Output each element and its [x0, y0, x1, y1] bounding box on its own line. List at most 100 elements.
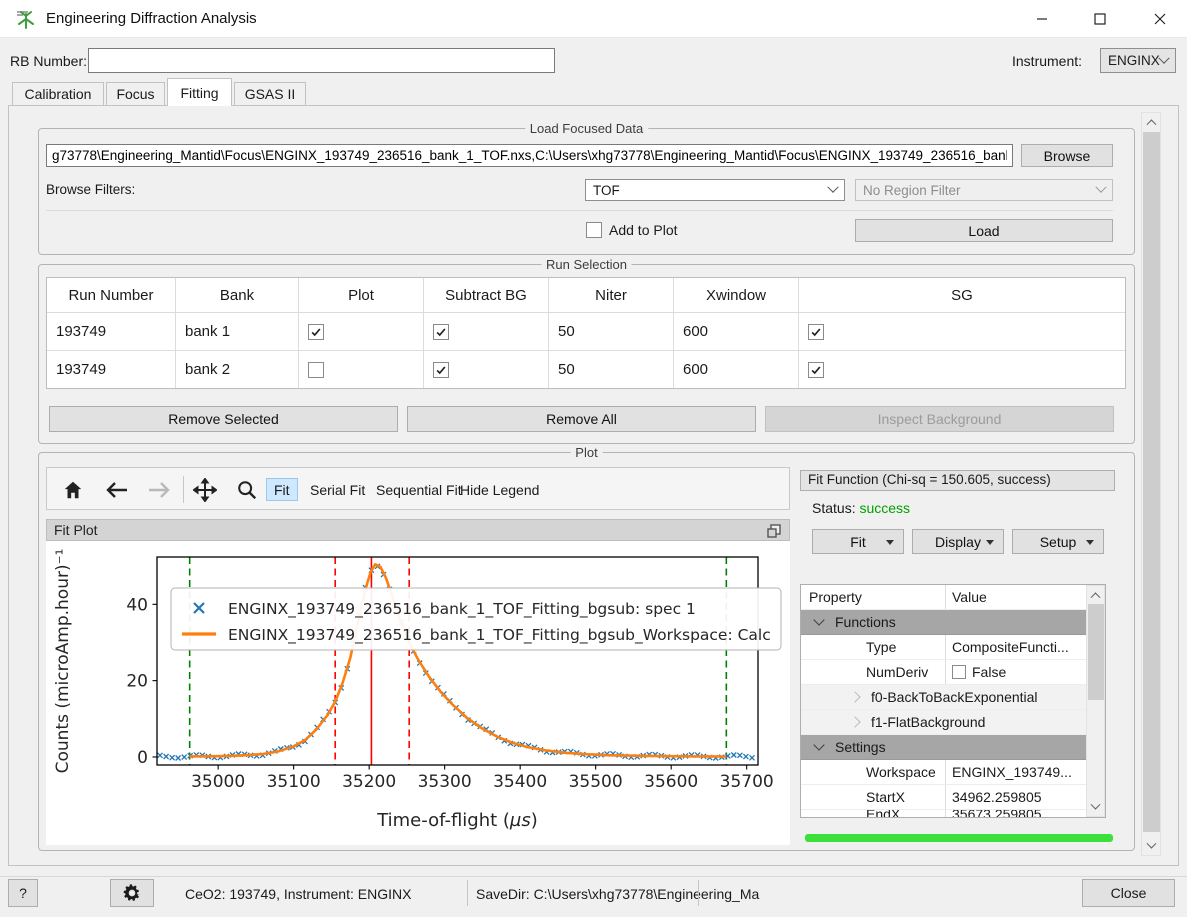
cell-bank[interactable]: bank 1	[176, 312, 299, 350]
property-value[interactable]: ENGINX_193749...	[946, 760, 1087, 784]
property-group-f0-backtobackexponential[interactable]: f0-BackToBackExponential	[801, 685, 1087, 710]
chevron-down-icon	[1095, 182, 1106, 193]
cell-run[interactable]: 193749	[47, 350, 176, 388]
chevron-down-icon	[1158, 52, 1169, 63]
property-value[interactable]: False	[946, 660, 1087, 684]
cell-niter[interactable]: 50	[549, 312, 674, 350]
x-tick-label: 35600	[644, 772, 698, 792]
pan-icon[interactable]	[191, 476, 219, 504]
scrollbar-thumb[interactable]	[1143, 132, 1160, 832]
x-tick-label: 35400	[493, 772, 547, 792]
sg-checkbox[interactable]	[808, 362, 824, 378]
cell-xwindow[interactable]: 600	[674, 350, 799, 388]
column-header: Xwindow	[674, 278, 799, 312]
display-menu-button[interactable]: Display	[912, 529, 1004, 554]
scroll-down-icon[interactable]	[1091, 800, 1101, 810]
property-row-type[interactable]: TypeCompositeFuncti...	[801, 635, 1087, 660]
cell-run[interactable]: 193749	[47, 312, 176, 350]
remove-all-button[interactable]: Remove All	[407, 406, 756, 432]
sg-checkbox[interactable]	[808, 324, 824, 340]
settings-button[interactable]	[110, 879, 154, 907]
property-row-startx[interactable]: StartX34962.259805	[801, 785, 1087, 810]
close-button[interactable]: Close	[1082, 879, 1175, 907]
instrument-combo[interactable]: ENGINX	[1100, 48, 1176, 73]
run-selection-table[interactable]: Run NumberBankPlotSubtract BGNiterXwindo…	[46, 277, 1126, 389]
fit-property-browser[interactable]: PropertyValueFunctionsTypeCompositeFunct…	[800, 584, 1106, 818]
home-icon[interactable]	[59, 476, 87, 504]
property-group-f1-flatbackground[interactable]: f1-FlatBackground	[801, 710, 1087, 735]
y-tick-label: 20	[126, 672, 148, 692]
x-tick-label: 35100	[267, 772, 321, 792]
load-group-title: Load Focused Data	[525, 121, 648, 136]
numderiv-checkbox[interactable]	[952, 665, 966, 679]
table-row[interactable]: 193749bank 2 50600	[47, 350, 1125, 388]
property-row-numderiv[interactable]: NumDerivFalse	[801, 660, 1087, 685]
page-scrollbar[interactable]	[1141, 112, 1161, 856]
serial-fit-button[interactable]: Serial Fit	[303, 478, 372, 501]
cell-niter[interactable]: 50	[549, 350, 674, 388]
maximize-button[interactable]	[1075, 0, 1125, 38]
chevron-right-icon[interactable]	[849, 716, 860, 727]
cell-bank[interactable]: bank 2	[176, 350, 299, 388]
cell-xwindow[interactable]: 600	[674, 312, 799, 350]
focused-run-files-input[interactable]	[46, 144, 1013, 167]
fit-menu-button[interactable]: Fit	[812, 529, 904, 554]
fit-plot-dock-header[interactable]: Fit Plot	[46, 519, 790, 541]
status-label: Status:	[812, 500, 856, 516]
property-section-settings[interactable]: Settings	[801, 735, 1087, 760]
title-bar: Engineering Diffraction Analysis	[0, 0, 1187, 38]
add-to-plot-checkbox[interactable]	[586, 222, 602, 238]
subtract-bg-checkbox[interactable]	[433, 324, 449, 340]
float-dock-icon[interactable]	[767, 524, 781, 538]
tab-fitting[interactable]: Fitting	[167, 78, 232, 106]
scroll-up-icon[interactable]	[1146, 119, 1156, 129]
remove-selected-button[interactable]: Remove Selected	[49, 406, 398, 432]
plot-checkbox[interactable]	[308, 324, 324, 340]
chevron-right-icon[interactable]	[849, 691, 860, 702]
status-bar: ? CeO2: 193749, Instrument: ENGINX SaveD…	[0, 876, 1187, 917]
fit-plot-dock-title: Fit Plot	[54, 522, 98, 538]
fit-plot-canvas[interactable]: 3500035100352003530035400355003560035700…	[46, 541, 790, 845]
fit-status-line: Status: success	[812, 500, 910, 516]
help-button[interactable]: ?	[8, 879, 38, 907]
subtract-bg-checkbox[interactable]	[433, 362, 449, 378]
setup-menu-button[interactable]: Setup	[1012, 529, 1104, 554]
rb-number-input[interactable]	[88, 48, 555, 73]
property-row-workspace[interactable]: WorkspaceENGINX_193749...	[801, 760, 1087, 785]
property-name: Type	[801, 635, 946, 659]
unit-filter-combo[interactable]: TOF	[585, 179, 845, 201]
chevron-down-icon[interactable]	[813, 739, 824, 750]
region-filter-value: No Region Filter	[863, 183, 961, 198]
scrollbar-thumb[interactable]	[1088, 604, 1104, 700]
menu-arrow-icon	[1086, 540, 1094, 545]
scroll-down-icon[interactable]	[1146, 839, 1156, 849]
table-row[interactable]: 193749bank 1 50600	[47, 312, 1125, 350]
back-icon[interactable]	[103, 476, 131, 504]
run-selection-title: Run Selection	[541, 257, 632, 272]
fit-toggle-button[interactable]: Fit	[266, 478, 298, 501]
minimize-button[interactable]	[1017, 0, 1067, 38]
zoom-icon[interactable]	[233, 476, 261, 504]
forward-icon	[145, 476, 173, 504]
property-table-scrollbar[interactable]	[1086, 585, 1105, 817]
load-group-separator	[46, 210, 1113, 211]
tab-calibration[interactable]: Calibration	[12, 82, 104, 105]
load-button[interactable]: Load	[855, 219, 1113, 242]
status-message-savedir: SaveDir: C:\Users\xhg73778\Engineering_M…	[476, 886, 759, 902]
tab-gsas2[interactable]: GSAS II	[234, 82, 306, 105]
close-window-button[interactable]	[1133, 0, 1187, 38]
property-value[interactable]: 34962.259805	[946, 785, 1087, 809]
property-value[interactable]: CompositeFuncti...	[946, 635, 1087, 659]
property-section-functions[interactable]: Functions	[801, 610, 1087, 635]
tab-focus[interactable]: Focus	[106, 82, 165, 105]
plot-checkbox[interactable]	[308, 362, 324, 378]
browse-filters-label: Browse Filters:	[46, 182, 135, 197]
scroll-up-icon[interactable]	[1091, 592, 1101, 602]
y-tick-label: 0	[137, 748, 148, 768]
property-row-endx[interactable]: EndX35673.259805	[801, 810, 1087, 818]
chevron-down-icon[interactable]	[813, 614, 824, 625]
property-value[interactable]: 35673.259805	[946, 810, 1087, 817]
hide-legend-button[interactable]: Hide Legend	[453, 478, 546, 501]
status-value: success	[859, 500, 910, 516]
browse-button[interactable]: Browse	[1021, 144, 1113, 167]
